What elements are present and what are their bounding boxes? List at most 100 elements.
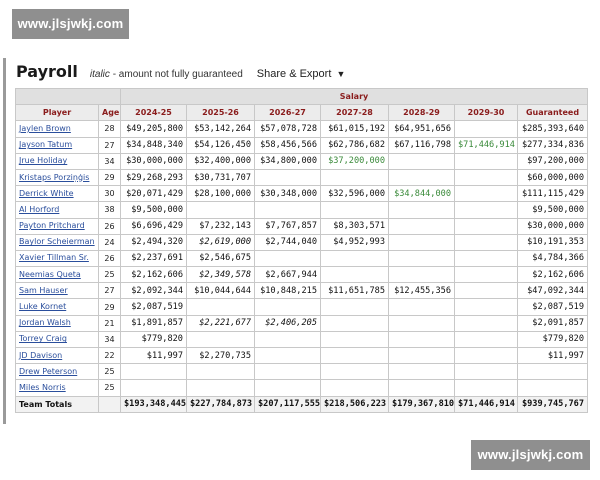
- salary-cell: [254, 298, 321, 316]
- player-link[interactable]: Payton Pritchard: [19, 221, 85, 230]
- salary-cell: [320, 363, 389, 381]
- salary-cell: $11,997: [120, 346, 187, 365]
- age-cell: 26: [98, 249, 121, 268]
- salary-group-header-row: Salary: [15, 87, 589, 106]
- age-cell: 22: [98, 346, 121, 365]
- player-link[interactable]: Miles Norris: [19, 383, 66, 392]
- salary-cell: [320, 330, 389, 349]
- salary-cell: $2,406,205: [254, 314, 321, 332]
- player-link[interactable]: JD Davison: [19, 351, 62, 360]
- guarantee-note-text: - amount not fully guaranteed: [112, 69, 243, 80]
- total-2028-29: $179,367,810: [388, 395, 455, 413]
- salary-cell: $2,270,735: [186, 346, 255, 365]
- age-cell: 34: [98, 152, 121, 170]
- salary-cell: $779,820: [120, 330, 187, 349]
- player-link[interactable]: Luke Kornet: [19, 302, 66, 311]
- salary-cell: [320, 346, 389, 365]
- player-link[interactable]: Jaylen Brown: [19, 124, 71, 133]
- salary-cell: $11,651,785: [320, 282, 389, 300]
- salary-cell: $71,446,914: [454, 136, 518, 154]
- salary-cell: $67,116,798: [388, 136, 455, 154]
- salary-cell: [454, 363, 518, 381]
- column-header[interactable]: 2029-30: [454, 104, 518, 122]
- age-cell: 27: [98, 136, 121, 154]
- salary-cell: [254, 201, 321, 219]
- salary-cell: [320, 266, 389, 284]
- column-header[interactable]: 2024-25: [120, 104, 187, 122]
- player-link[interactable]: Sam Hauser: [19, 286, 68, 295]
- age-cell: 27: [98, 282, 121, 300]
- player-link[interactable]: Al Horford: [19, 205, 59, 214]
- column-header[interactable]: Age: [98, 104, 121, 122]
- salary-cell: $10,848,215: [254, 282, 321, 300]
- table-row: Xavier Tillman Sr. 26 $2,237,691 $2,546,675…: [15, 249, 589, 268]
- page-title: Payroll: [16, 62, 78, 81]
- salary-cell: $2,237,691: [120, 249, 187, 268]
- table-row: Jayson Tatum 27 $34,848,340 $54,126,450 $58,…: [15, 136, 589, 154]
- player-link[interactable]: Baylor Scheierman: [19, 237, 95, 246]
- salary-cell: [254, 249, 321, 268]
- guaranteed-cell: $47,092,344: [516, 282, 589, 300]
- table-row: Neemias Queta 25 $2,162,606 $2,349,578 $2,66…: [15, 266, 589, 284]
- player-link[interactable]: Drew Peterson: [19, 367, 77, 376]
- player-link[interactable]: Jayson Tatum: [19, 140, 72, 149]
- column-header[interactable]: Player: [15, 104, 99, 122]
- salary-cell: $30,731,707: [186, 168, 255, 187]
- salary-cell: $2,092,344: [120, 282, 187, 300]
- player-link[interactable]: Derrick White: [19, 189, 74, 198]
- column-header[interactable]: 2025-26: [186, 104, 255, 122]
- team-totals-row: Team Totals $193,348,445 $227,784,873 $2…: [15, 395, 589, 413]
- guaranteed-cell: $10,191,353: [516, 233, 589, 251]
- player-link[interactable]: Kristaps Porziņģis: [19, 173, 89, 182]
- salary-cell: [454, 330, 518, 349]
- salary-cell: [454, 346, 518, 365]
- guaranteed-cell: $11,997: [516, 346, 589, 365]
- salary-cell: $28,100,000: [186, 185, 255, 203]
- salary-cell: $62,786,682: [320, 136, 389, 154]
- salary-cell: $2,619,000: [186, 233, 255, 251]
- salary-cell: [320, 379, 389, 397]
- column-header[interactable]: Guaranteed: [516, 104, 589, 122]
- salary-cell: [454, 298, 518, 316]
- salary-cell: [388, 379, 455, 397]
- salary-cell: [254, 379, 321, 397]
- column-header[interactable]: 2027-28: [320, 104, 389, 122]
- column-header[interactable]: 2028-29: [388, 104, 455, 122]
- salary-cell: [320, 249, 389, 268]
- column-header[interactable]: 2026-27: [254, 104, 321, 122]
- table-row: Al Horford 38 $9,500,000 $9,500,000: [15, 201, 589, 219]
- salary-cell: [454, 185, 518, 203]
- salary-cell: $53,142,264: [186, 120, 255, 138]
- left-border-rule: [3, 58, 6, 424]
- table-row: Jaylen Brown 28 $49,205,800 $53,142,264 $57,…: [15, 120, 589, 138]
- salary-cell: [186, 330, 255, 349]
- player-link[interactable]: Jordan Walsh: [19, 318, 71, 327]
- salary-cell: $49,205,800: [120, 120, 187, 138]
- player-link[interactable]: Neemias Queta: [19, 270, 81, 279]
- share-export-menu[interactable]: Share & Export ▼: [257, 68, 346, 80]
- player-cell: Torrey Craig: [15, 330, 99, 349]
- player-link[interactable]: Xavier Tillman Sr.: [19, 253, 89, 262]
- player-cell: Jrue Holiday: [15, 152, 99, 170]
- salary-cell: [454, 120, 518, 138]
- salary-cell: [388, 346, 455, 365]
- table-row: Jordan Walsh 21 $1,891,857 $2,221,677 $2,406…: [15, 314, 589, 332]
- age-cell: 26: [98, 217, 121, 235]
- age-cell: 24: [98, 233, 121, 251]
- table-row: Jrue Holiday 34 $30,000,000 $32,400,000 $34,…: [15, 152, 589, 170]
- salary-cell: $9,500,000: [120, 201, 187, 219]
- player-link[interactable]: Jrue Holiday: [19, 156, 67, 165]
- age-cell: 25: [98, 379, 121, 397]
- salary-cell: [454, 379, 518, 397]
- salary-cell: $61,015,192: [320, 120, 389, 138]
- salary-cell: [254, 168, 321, 187]
- player-cell: Al Horford: [15, 201, 99, 219]
- column-header-row: Player Age 2024-25 2025-26 2026-27 2027-28 202…: [15, 104, 589, 122]
- salary-group-spacer: [15, 87, 121, 106]
- salary-cell: $2,744,040: [254, 233, 321, 251]
- team-totals-age: [98, 395, 121, 413]
- table-row: Drew Peterson 25: [15, 363, 589, 381]
- player-cell: Payton Pritchard: [15, 217, 99, 235]
- player-link[interactable]: Torrey Craig: [19, 334, 67, 343]
- salary-cell: [186, 363, 255, 381]
